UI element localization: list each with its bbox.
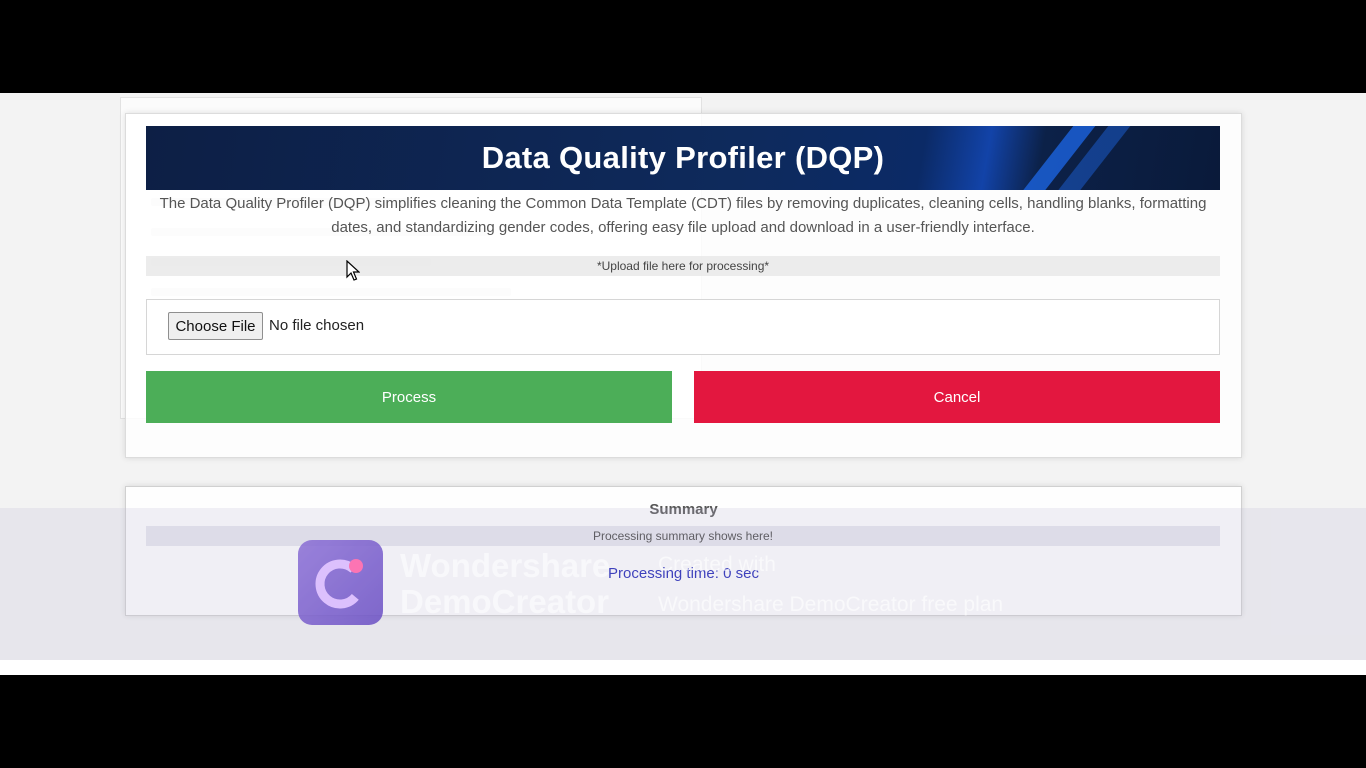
summary-title: Summary (649, 501, 718, 518)
process-button[interactable]: Process (146, 371, 672, 423)
mouse-cursor-icon (346, 260, 360, 281)
watermark-created-with: Created with (658, 553, 776, 576)
upload-hint: *Upload file here for processing* (146, 256, 1220, 276)
page-title: Data Quality Profiler (DQP) (481, 140, 885, 175)
choose-file-button[interactable]: Choose File (168, 312, 263, 340)
file-status: No file chosen (269, 317, 365, 334)
app-description: The Data Quality Profiler (DQP) simplifi… (159, 195, 1207, 236)
watermark-plan: Wondershare DemoCreator free plan (658, 593, 1004, 616)
cancel-button[interactable]: Cancel (694, 371, 1220, 423)
viewport-bottom-strip (0, 660, 1366, 675)
upload-card: Data Quality Profiler (DQP) The Data Qua… (125, 113, 1242, 458)
browser-viewport: Data Quality Profiler (DQP) The Data Qua… (0, 93, 1366, 675)
header-banner: Data Quality Profiler (DQP) (146, 126, 1220, 190)
democreator-logo-icon (298, 540, 383, 625)
watermark-brand: Wondershare DemoCreator (400, 547, 611, 620)
file-input-box: Choose File No file chosen (146, 299, 1220, 355)
